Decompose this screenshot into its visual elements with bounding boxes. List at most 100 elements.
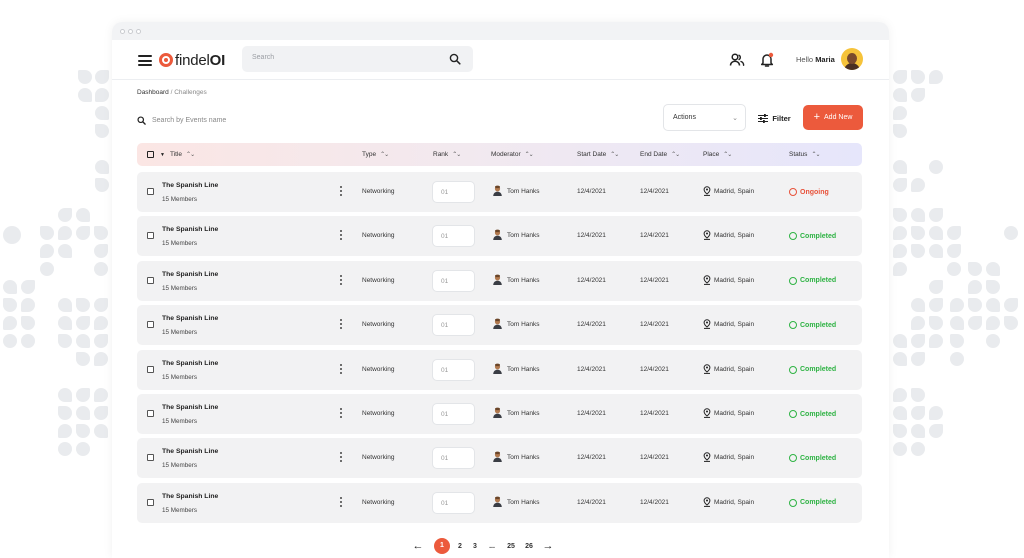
select-all-checkbox[interactable]: ▼ xyxy=(147,151,165,158)
sort-icon: ⌃⌄ xyxy=(452,152,461,158)
table-row[interactable]: The Spanish Line 15 Members Networking 01 To… xyxy=(137,172,862,212)
moderator-name[interactable]: Tom Hanks xyxy=(507,499,540,506)
row-checkbox[interactable] xyxy=(147,232,154,240)
table-row[interactable]: The Spanish Line 15 Members Networking 01 To… xyxy=(137,394,862,434)
start-date: 12/4/2021 xyxy=(577,498,606,506)
search-input[interactable]: Search xyxy=(242,46,473,72)
event-title[interactable]: The Spanish Line xyxy=(162,226,218,233)
more-vertical-icon[interactable] xyxy=(339,319,342,330)
sort-icon: ⌃⌄ xyxy=(524,152,534,158)
column-moderator[interactable]: Moderator ⌃⌄ xyxy=(491,151,534,158)
moderator-avatar xyxy=(493,229,502,241)
status-badge: Completed xyxy=(789,365,837,374)
page-26[interactable]: 26 xyxy=(518,543,540,550)
more-vertical-icon[interactable] xyxy=(339,186,342,196)
row-checkbox[interactable] xyxy=(147,410,154,417)
users-icon[interactable] xyxy=(729,52,745,68)
column-end-date[interactable]: End Date ⌃⌄ xyxy=(640,151,680,158)
moderator-avatar xyxy=(493,318,502,330)
column-title-label: Title xyxy=(170,151,183,158)
moderator-avatar xyxy=(493,451,502,463)
arrow-right-icon[interactable]: → xyxy=(540,540,556,552)
location-pin-icon xyxy=(703,230,711,241)
event-title[interactable]: The Spanish Line xyxy=(162,315,218,322)
status-badge: Completed xyxy=(789,454,836,463)
page-3[interactable]: 3 xyxy=(470,543,480,550)
arrow-left-icon[interactable]: ← xyxy=(410,540,426,552)
column-moderator-label: Moderator xyxy=(491,151,521,158)
more-vertical-icon[interactable] xyxy=(339,363,342,374)
window-control-minimize[interactable] xyxy=(128,28,133,34)
actions-dropdown[interactable]: Actions ⌄ xyxy=(663,104,746,131)
row-checkbox[interactable] xyxy=(147,188,154,195)
moderator-name[interactable]: Tom Hanks xyxy=(507,410,540,417)
row-checkbox[interactable] xyxy=(147,365,154,373)
moderator-name[interactable]: Tom Hanks xyxy=(507,321,540,328)
rank-input[interactable]: 01 xyxy=(432,314,475,337)
column-place[interactable]: Place ⌃⌄ xyxy=(703,151,732,158)
row-checkbox[interactable] xyxy=(147,321,154,329)
page-2[interactable]: 2 xyxy=(450,543,470,550)
more-vertical-icon[interactable] xyxy=(339,230,342,241)
event-title[interactable]: The Spanish Line xyxy=(162,360,218,367)
table-row[interactable]: The Spanish Line 15 Members Networking 01 To… xyxy=(137,438,862,479)
rank-input[interactable]: 01 xyxy=(432,447,475,470)
moderator-name[interactable]: Tom Hanks xyxy=(507,366,540,373)
table-row[interactable]: The Spanish Line 15 Members Networking 01 To… xyxy=(137,260,862,301)
sort-icon: ⌃⌄ xyxy=(610,152,619,158)
status-label: Completed xyxy=(800,321,837,329)
moderator-avatar xyxy=(493,407,502,418)
menu-icon[interactable] xyxy=(138,55,152,66)
sort-icon: ⌃⌄ xyxy=(186,152,195,158)
event-search-input[interactable]: Search by Events name xyxy=(137,114,226,126)
event-title[interactable]: The Spanish Line xyxy=(162,448,218,455)
rank-input[interactable]: 01 xyxy=(432,403,475,425)
add-new-button[interactable]: + Add New xyxy=(803,105,863,130)
moderator-name[interactable]: Tom Hanks xyxy=(507,454,540,461)
table-row[interactable]: The Spanish Line 15 Members Networking 01 To… xyxy=(137,482,862,523)
row-checkbox[interactable] xyxy=(147,454,154,462)
table-row[interactable]: The Spanish Line 15 Members Networking 01 To… xyxy=(137,305,862,346)
moderator-avatar xyxy=(493,363,502,374)
more-vertical-icon[interactable] xyxy=(339,408,342,418)
page-25[interactable]: 25 xyxy=(504,543,518,550)
column-status[interactable]: Status ⌃⌄ xyxy=(789,151,821,158)
moderator-name[interactable]: Tom Hanks xyxy=(507,188,540,195)
table-row[interactable]: The Spanish Line 15 Members Networking 01 To… xyxy=(137,349,862,390)
more-vertical-icon[interactable] xyxy=(339,496,342,507)
avatar[interactable] xyxy=(841,48,863,70)
page-1[interactable]: 1 xyxy=(434,538,450,554)
filter-button[interactable]: Filter xyxy=(751,105,798,131)
rank-input[interactable]: 01 xyxy=(432,269,475,292)
moderator-name[interactable]: Tom Hanks xyxy=(507,277,540,284)
breadcrumb-dashboard[interactable]: Dashboard xyxy=(137,89,169,96)
event-title[interactable]: The Spanish Line xyxy=(162,493,218,500)
row-checkbox[interactable] xyxy=(147,498,154,506)
rank-value: 01 xyxy=(441,366,449,374)
more-vertical-icon[interactable] xyxy=(339,274,342,285)
event-title[interactable]: The Spanish Line xyxy=(162,271,218,278)
column-rank[interactable]: Rank ⌃⌄ xyxy=(433,151,461,158)
rank-input[interactable]: 01 xyxy=(432,491,475,514)
window-control-maximize[interactable] xyxy=(136,28,141,34)
row-checkbox[interactable] xyxy=(147,276,154,284)
search-icon[interactable] xyxy=(449,53,461,65)
event-title[interactable]: The Spanish Line xyxy=(162,404,218,411)
rank-input[interactable]: 01 xyxy=(432,225,475,248)
check-circle-icon xyxy=(789,410,797,418)
more-vertical-icon[interactable] xyxy=(339,452,342,463)
status-label: Completed xyxy=(800,366,837,374)
window-control-close[interactable] xyxy=(120,28,125,34)
rank-input[interactable]: 01 xyxy=(432,358,475,381)
search-icon xyxy=(137,115,146,125)
column-type[interactable]: Type ⌃⌄ xyxy=(362,151,389,158)
table-row[interactable]: The Spanish Line 15 Members Networking 01 To… xyxy=(137,216,862,257)
event-title[interactable]: The Spanish Line xyxy=(162,182,218,189)
moderator-name[interactable]: Tom Hanks xyxy=(507,232,540,239)
column-start-date[interactable]: Start Date ⌃⌄ xyxy=(577,151,619,158)
rank-input[interactable]: 01 xyxy=(432,181,475,203)
column-title[interactable]: Title ⌃⌄ xyxy=(170,151,195,158)
bell-icon[interactable] xyxy=(760,52,774,68)
event-members: 15 Members xyxy=(162,373,197,381)
logo[interactable]: findelOI xyxy=(159,51,225,69)
